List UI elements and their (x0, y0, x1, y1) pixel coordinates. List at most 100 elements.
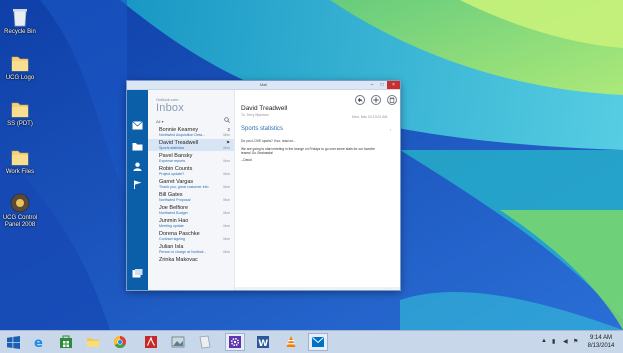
delete-button[interactable] (387, 95, 397, 105)
clock-date: 8/13/2014 (587, 343, 615, 349)
list-item[interactable]: Garret Vargas Thank you, great customer … (148, 178, 234, 190)
desktop-icon-ucg-logo[interactable]: UCG Logo (2, 52, 38, 82)
desktop-icon-label: Recycle Bin (4, 29, 36, 35)
message-date: Mon (223, 237, 230, 241)
message-date: Mon (223, 172, 230, 176)
folder-icon (11, 102, 29, 118)
network-icon[interactable]: ▮ (552, 338, 555, 345)
list-item[interactable]: Joe Belfiore Northwind Budget Mon (148, 204, 234, 216)
message-body-line: Do you LOVE sports? If so, read on... (241, 139, 296, 143)
acrobat-icon (145, 336, 157, 348)
list-item[interactable]: Bonnie Kearney Northwind Acquisition Det… (148, 126, 234, 138)
folder-title: Inbox (156, 102, 184, 114)
taskbar-notepad[interactable] (195, 333, 215, 351)
list-item[interactable]: Junmin Hao Meeting update Mon (148, 217, 234, 229)
message-date: Mon (223, 146, 230, 150)
vlc-icon (286, 336, 296, 347)
taskbar-store[interactable] (56, 333, 76, 351)
recipient-line: To: Terry Myerson (241, 113, 269, 117)
taskbar-file-explorer[interactable] (83, 333, 103, 351)
windows-start-icon[interactable] (7, 336, 20, 349)
desktop-icon-label: Work Files (5, 169, 35, 175)
show-hidden-icons-icon[interactable]: ▲ (541, 338, 547, 344)
reply-button[interactable] (355, 95, 365, 105)
mail-icon (312, 337, 324, 347)
message-count-badge: 2 (227, 127, 230, 132)
maximize-button[interactable]: □ (377, 81, 387, 89)
list-item[interactable]: Robin Counts Project update? Mon (148, 165, 234, 177)
close-button[interactable]: × (387, 81, 400, 89)
desktop-icon-recycle-bin[interactable]: Recycle Bin (2, 6, 38, 36)
list-item[interactable]: Bill Gates Northwind Proposal Mon (148, 191, 234, 203)
volume-icon[interactable]: ◀ (563, 338, 568, 345)
clock-time: 9:14 AM (589, 335, 612, 341)
taskbar-vlc[interactable] (281, 333, 301, 351)
message-subject: Person in charge at Northwi... (159, 250, 207, 254)
taskbar: e W ▲ ▮ ◀ ⚑ 9:14 AM 8/13/2014 (0, 330, 623, 353)
message-subject: Northwind Acquisition Deta... (159, 133, 205, 137)
message-date: Mon (223, 159, 230, 163)
sender-name: Zrinka Makovac (159, 257, 198, 263)
image-viewer-icon (171, 336, 185, 348)
minimize-button[interactable]: – (367, 81, 377, 89)
list-item[interactable]: David Treadwell Sports statistics ⚑ Mon (148, 139, 234, 151)
flag-icon[interactable] (132, 180, 143, 189)
taskbar-image-viewer[interactable] (168, 333, 188, 351)
message-date: Mon (223, 211, 230, 215)
taskbar-settings[interactable] (225, 333, 245, 351)
system-clock[interactable]: 9:14 AM 8/13/2014 (584, 334, 618, 350)
svg-text:e: e (34, 336, 43, 349)
filter-dropdown[interactable]: All ▾ (156, 119, 164, 124)
people-icon[interactable] (132, 162, 143, 171)
taskbar-word[interactable]: W (253, 333, 273, 351)
message-subject: Expense reports (159, 159, 186, 163)
message-subject: Northwind Proposal (159, 198, 191, 202)
svg-text:W: W (258, 339, 268, 349)
window-titlebar[interactable]: Mail – □ × (127, 81, 400, 90)
message-body-line: teams! Go Seahawks! (241, 151, 274, 155)
window-title: Mail (259, 82, 268, 87)
message-subject: Project update? (159, 172, 185, 176)
navigation-strip (127, 90, 148, 290)
message-subject: Sports statistics (241, 126, 284, 132)
scroll-dots: · · · (385, 286, 390, 290)
sender-name: David Treadwell (241, 105, 288, 112)
message-subject: Contract signing (159, 237, 185, 241)
delete-icon (389, 97, 395, 103)
desktop-icon-work-files[interactable]: Work Files (2, 146, 38, 176)
word-icon: W (257, 336, 269, 349)
taskbar-mail[interactable] (308, 333, 328, 351)
taskbar-acrobat[interactable] (141, 333, 161, 351)
chevron-right-icon[interactable]: › (390, 127, 391, 132)
chrome-icon (113, 336, 126, 349)
scrollbar[interactable]: · · · (235, 287, 400, 290)
folders-icon[interactable] (132, 142, 143, 151)
message-subject: Meeting update (159, 224, 184, 228)
desktop-icon-ss-pdt[interactable]: SS (PDT) (2, 98, 38, 128)
message-date: Mon (223, 224, 230, 228)
list-item[interactable]: Dorena Paschke Contract signing Mon (148, 230, 234, 242)
list-item[interactable]: Pavel Bansky Expense reports Mon (148, 152, 234, 164)
folder-icon (11, 150, 29, 166)
list-item[interactable]: Julian Isla Person in charge at Northwi.… (148, 243, 234, 255)
taskbar-internet-explorer[interactable]: e (29, 333, 49, 351)
search-icon[interactable] (224, 117, 230, 123)
message-subject: Thank you, great customer info (159, 185, 209, 189)
desktop-icon-label: SS (PDT) (7, 121, 33, 127)
message-subject: Northwind Budget (159, 211, 188, 215)
internet-explorer-icon: e (34, 336, 43, 349)
taskbar-chrome[interactable] (110, 333, 130, 351)
compose-icon[interactable] (132, 269, 143, 278)
gear-icon (229, 336, 241, 348)
message-date: Mon (223, 185, 230, 189)
action-center-icon[interactable]: ⚑ (573, 338, 578, 345)
desktop-icon-ucg-control-panel[interactable]: UCG Control Panel 2008 (2, 192, 38, 229)
mail-icon[interactable] (132, 121, 143, 130)
message-date: Mon (223, 133, 230, 137)
message-body-line: --David (241, 158, 252, 162)
recycle-bin-icon (13, 9, 27, 27)
list-item[interactable]: Zrinka Makovac (148, 256, 234, 268)
new-mail-button[interactable] (371, 95, 381, 105)
new-mail-icon (373, 97, 379, 103)
message-date: Mon (223, 198, 230, 202)
